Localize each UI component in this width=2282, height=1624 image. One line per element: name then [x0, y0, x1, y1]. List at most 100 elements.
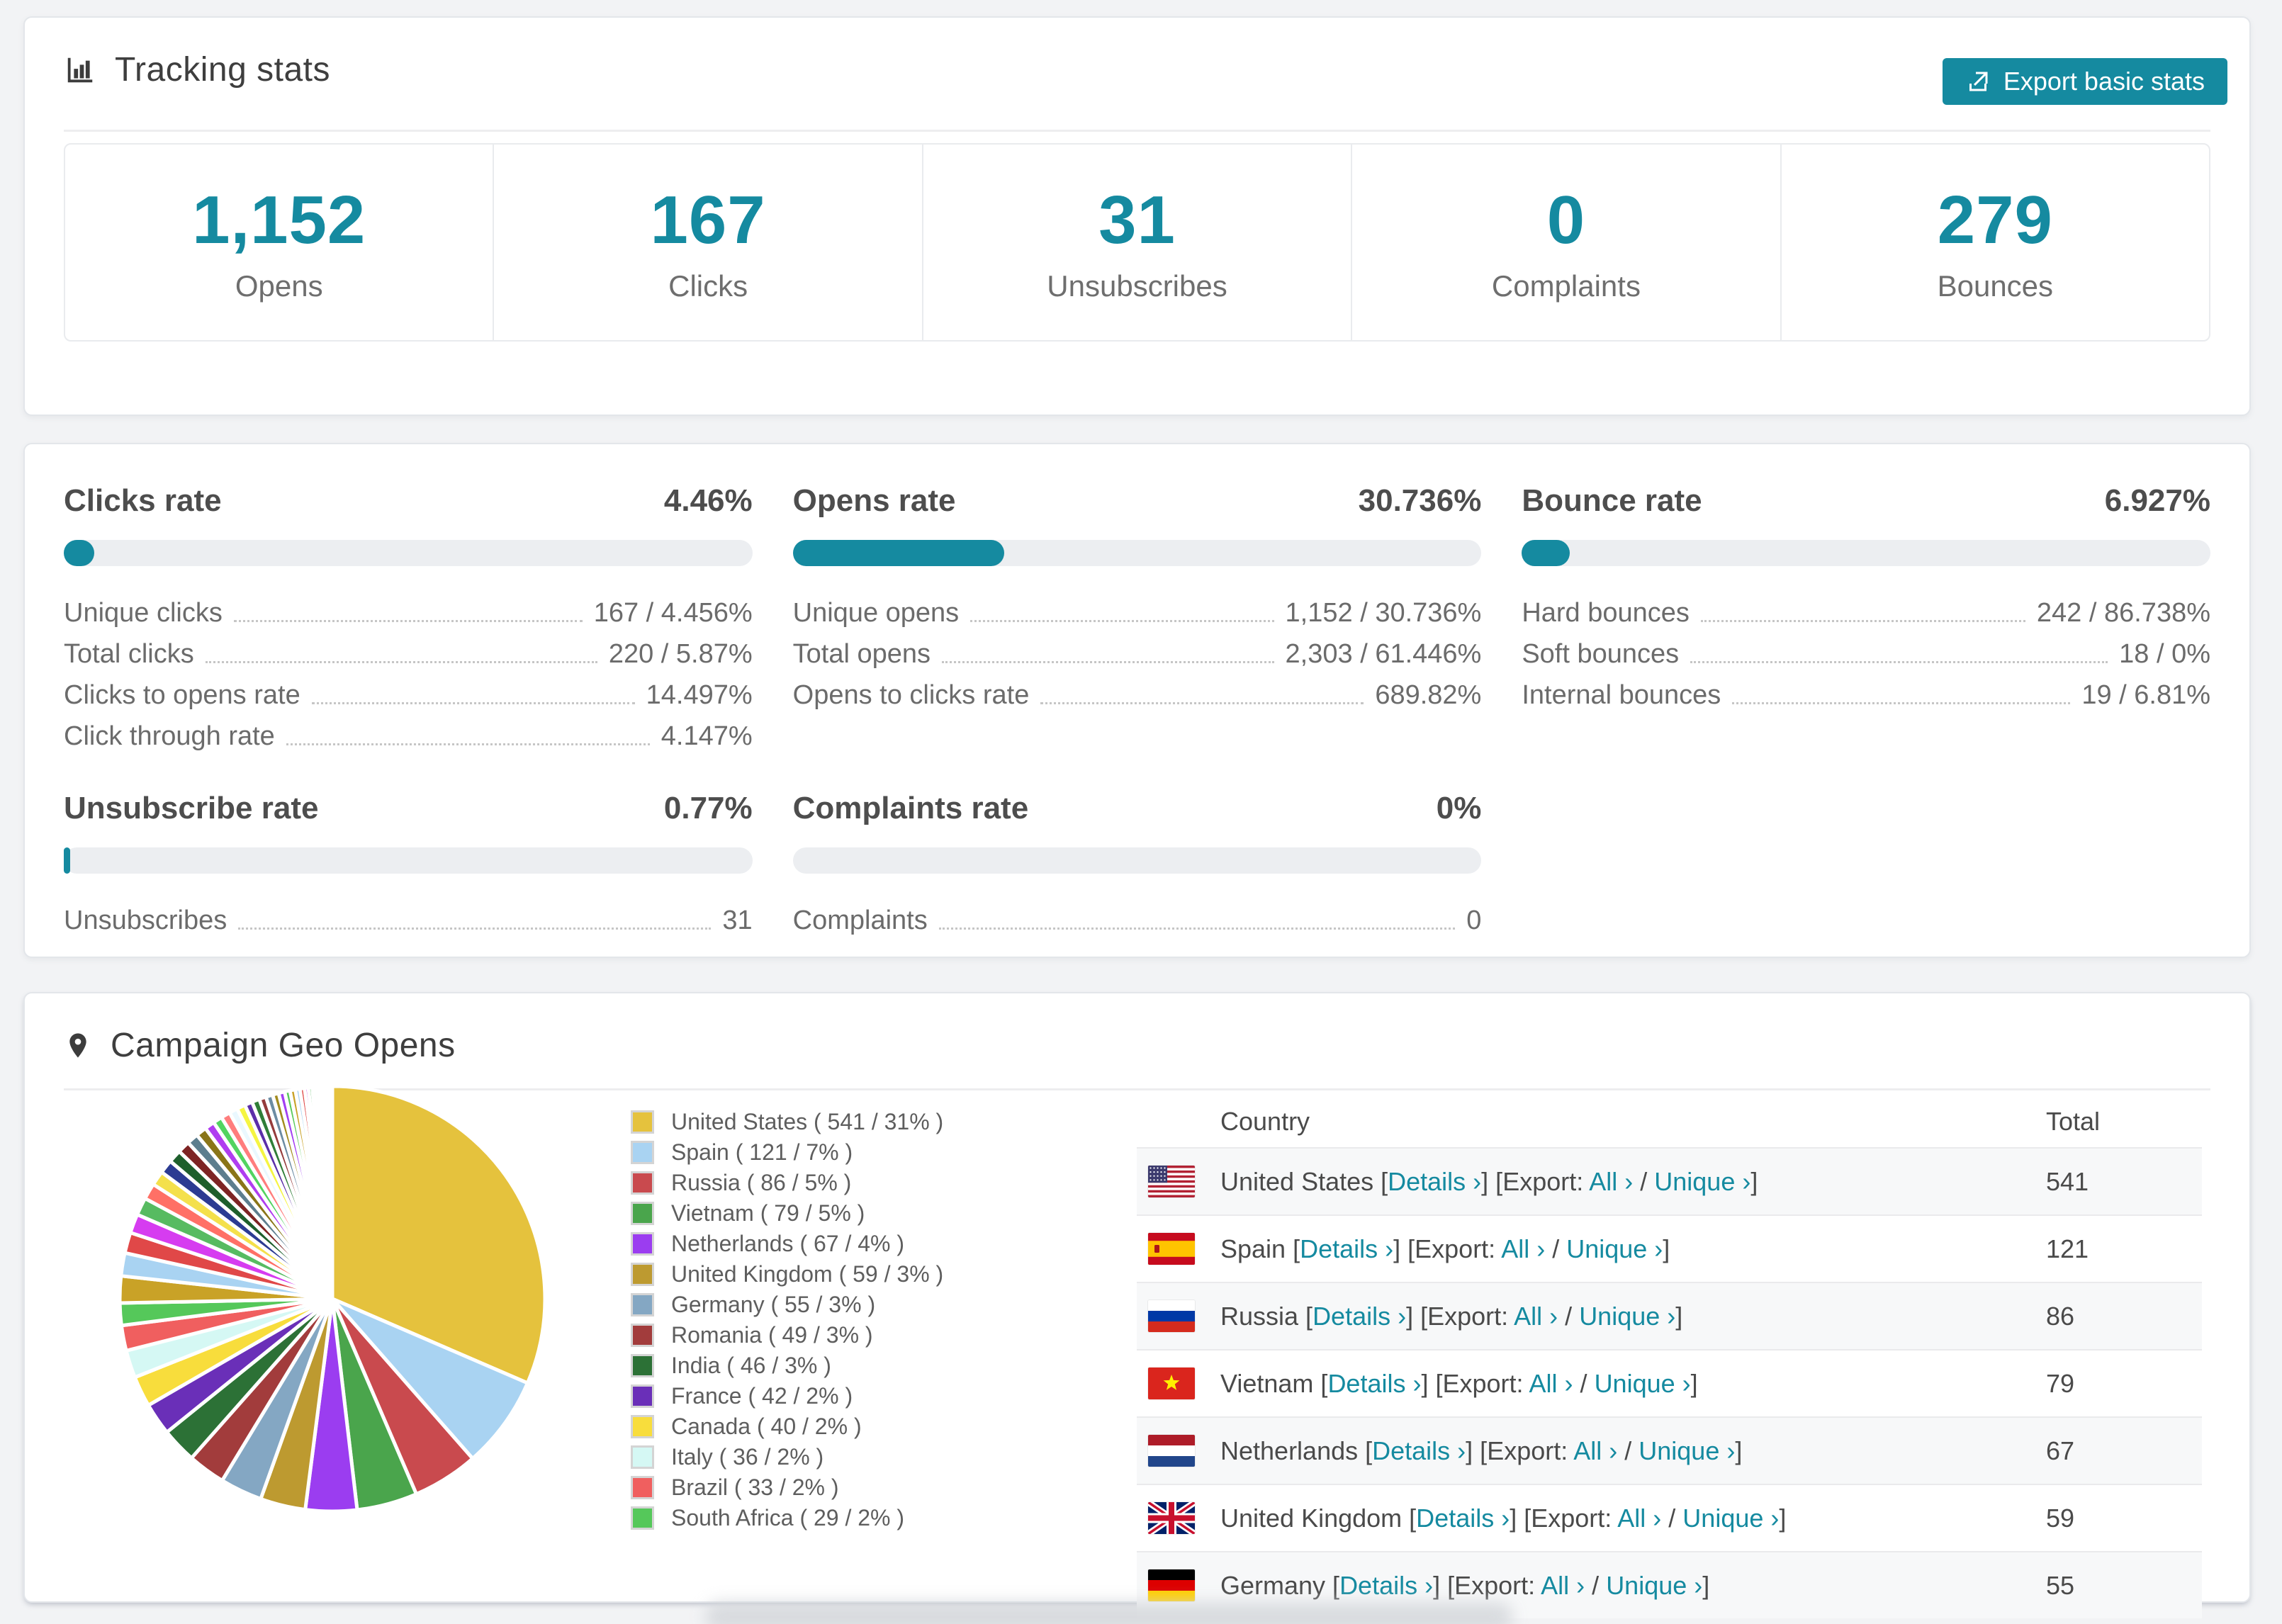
- rate-detail-value: 0: [1466, 906, 1482, 935]
- rate-detail-row: Soft bounces 18 / 0%: [1522, 628, 2210, 670]
- campaign-geo-opens-title: Campaign Geo Opens: [111, 1027, 456, 1064]
- legend-label: France ( 42 / 2% ): [671, 1383, 853, 1409]
- legend-item-united-kingdom: United Kingdom ( 59 / 3% ): [631, 1259, 943, 1290]
- legend-label: United Kingdom ( 59 / 3% ): [671, 1261, 944, 1287]
- legend-label: Romania ( 49 / 3% ): [671, 1322, 873, 1348]
- legend-label: Italy ( 36 / 2% ): [671, 1444, 824, 1470]
- legend-item-south-africa: South Africa ( 29 / 2% ): [631, 1503, 943, 1533]
- bracket: ]: [1702, 1570, 1710, 1600]
- dotted-leader: [1040, 702, 1364, 704]
- total-cell: 79: [2046, 1368, 2075, 1398]
- details-link[interactable]: Details ›: [1339, 1571, 1433, 1600]
- export-all-link[interactable]: All ›: [1589, 1167, 1633, 1196]
- export-all-link[interactable]: All ›: [1514, 1302, 1558, 1331]
- de-flag-icon: [1148, 1569, 1195, 1601]
- rate-value: 0%: [1436, 791, 1482, 825]
- rate-detail-label: Unique clicks: [64, 598, 223, 628]
- legend-item-france: France ( 42 / 2% ): [631, 1381, 943, 1411]
- dotted-leader: [938, 927, 1456, 930]
- rate-detail-label: Complaints: [792, 906, 928, 935]
- stat-label: Complaints: [1491, 269, 1641, 303]
- country-cell: Vietnam [Details ›] [Export: All › / Uni…: [1220, 1369, 1698, 1399]
- export-all-link[interactable]: All ›: [1617, 1504, 1661, 1533]
- dotted-leader: [311, 702, 635, 704]
- bracket: ]: [1735, 1436, 1743, 1465]
- nl-flag-icon: [1148, 1435, 1195, 1467]
- legend-item-romania: Romania ( 49 / 3% ): [631, 1320, 943, 1350]
- export-unique-link[interactable]: Unique ›: [1654, 1167, 1750, 1196]
- rate-detail-row: Hard bounces 242 / 86.738%: [1522, 587, 2210, 628]
- export-all-link[interactable]: All ›: [1541, 1571, 1585, 1600]
- rate-title: Clicks rate: [64, 483, 222, 518]
- legend-swatch: [631, 1476, 654, 1499]
- progress-fill: [64, 847, 70, 874]
- details-link[interactable]: Details ›: [1388, 1167, 1481, 1196]
- us-flag-icon: [1148, 1166, 1195, 1197]
- clicks-rate-progress-bar: [64, 540, 753, 566]
- rate-detail-row: Unique opens 1,152 / 30.736%: [793, 587, 1482, 628]
- total-column-header: Total: [2046, 1107, 2101, 1136]
- details-link[interactable]: Details ›: [1372, 1436, 1466, 1465]
- export-unique-link[interactable]: Unique ›: [1595, 1369, 1691, 1398]
- export-all-link[interactable]: All ›: [1529, 1369, 1573, 1398]
- export-unique-link[interactable]: Unique ›: [1579, 1302, 1675, 1331]
- unsubscribe-rate-progress-bar: [64, 847, 753, 874]
- stats-summary-group: 1,152 Opens 167 Clicks 31 Unsubscribes 0 Compla…: [64, 143, 2210, 342]
- export-unique-link[interactable]: Unique ›: [1682, 1504, 1779, 1533]
- bracket: ] [: [1510, 1503, 1531, 1533]
- export-unique-link[interactable]: Unique ›: [1639, 1436, 1735, 1465]
- legend-label: Brazil ( 33 / 2% ): [671, 1474, 839, 1500]
- rate-detail-row: Click through rate 4.147%: [64, 711, 753, 752]
- details-link[interactable]: Details ›: [1300, 1234, 1393, 1263]
- rate-detail-row: Total clicks 220 / 5.87%: [64, 628, 753, 670]
- country-column-header: Country: [1220, 1107, 1310, 1136]
- bracket: [: [1305, 1301, 1313, 1331]
- rate-detail-label: Total opens: [792, 639, 931, 669]
- country-name: Russia: [1220, 1301, 1306, 1331]
- rate-detail-label: Clicks to opens rate: [64, 680, 300, 710]
- country-name: United States: [1220, 1166, 1381, 1196]
- rate-detail-rows: Hard bounces 242 / 86.738% Soft bounces 18 …: [1522, 587, 2210, 711]
- legend-label: Russia ( 86 / 5% ): [671, 1170, 852, 1195]
- export-unique-link[interactable]: Unique ›: [1566, 1234, 1663, 1263]
- details-link[interactable]: Details ›: [1416, 1504, 1510, 1533]
- slash: /: [1661, 1503, 1683, 1533]
- rates-card: Clicks rate 4.46% Unique clicks 167 / 4.456…: [23, 443, 2251, 958]
- export-all-link[interactable]: All ›: [1501, 1234, 1545, 1263]
- rate-detail-row: Total opens 2,303 / 61.446%: [793, 628, 1482, 670]
- export-all-link[interactable]: All ›: [1573, 1436, 1617, 1465]
- bounce-rate-progress-bar: [1522, 540, 2210, 566]
- rate-detail-label: Total clicks: [64, 639, 194, 669]
- total-cell: 86: [2046, 1301, 2075, 1331]
- rate-title: Complaints rate: [792, 791, 1029, 825]
- dotted-leader: [1690, 661, 2108, 663]
- stat-box-bounces: 279 Bounces: [1780, 145, 2209, 340]
- country-name: United Kingdom: [1220, 1503, 1410, 1533]
- dotted-leader: [286, 743, 650, 745]
- dotted-leader: [970, 620, 1274, 622]
- details-link[interactable]: Details ›: [1327, 1369, 1421, 1398]
- progress-fill: [64, 540, 95, 566]
- campaign-geo-opens-header: Campaign Geo Opens: [64, 1026, 456, 1065]
- country-name: Netherlands: [1220, 1436, 1366, 1465]
- export-basic-stats-button[interactable]: Export basic stats: [1942, 58, 2227, 105]
- bracket: ] [: [1481, 1166, 1503, 1196]
- export-prefix: Export:: [1427, 1301, 1514, 1331]
- bracket: ] [: [1406, 1301, 1428, 1331]
- unsubscribe-rate-section: Unsubscribe rate 0.77% Unsubscribes 31: [64, 791, 753, 936]
- country-cell: Spain [Details ›] [Export: All › / Uniqu…: [1220, 1234, 1670, 1264]
- legend-label: India ( 46 / 3% ): [671, 1353, 831, 1378]
- opens-rate-progress-bar: [792, 540, 1482, 566]
- rate-value: 30.736%: [1358, 483, 1482, 518]
- export-prefix: Export:: [1531, 1503, 1618, 1533]
- stat-value: 279: [1937, 182, 2053, 258]
- rate-detail-value: 18 / 0%: [2119, 639, 2210, 669]
- details-link[interactable]: Details ›: [1313, 1302, 1406, 1331]
- bracket: ]: [1750, 1166, 1758, 1196]
- export-unique-link[interactable]: Unique ›: [1606, 1571, 1702, 1600]
- legend-item-united-states: United States ( 541 / 31% ): [631, 1107, 943, 1137]
- legend-label: Netherlands ( 67 / 4% ): [671, 1231, 905, 1256]
- rate-detail-value: 14.497%: [646, 680, 753, 710]
- stat-label: Unsubscribes: [1047, 269, 1227, 303]
- legend-item-russia: Russia ( 86 / 5% ): [631, 1168, 943, 1198]
